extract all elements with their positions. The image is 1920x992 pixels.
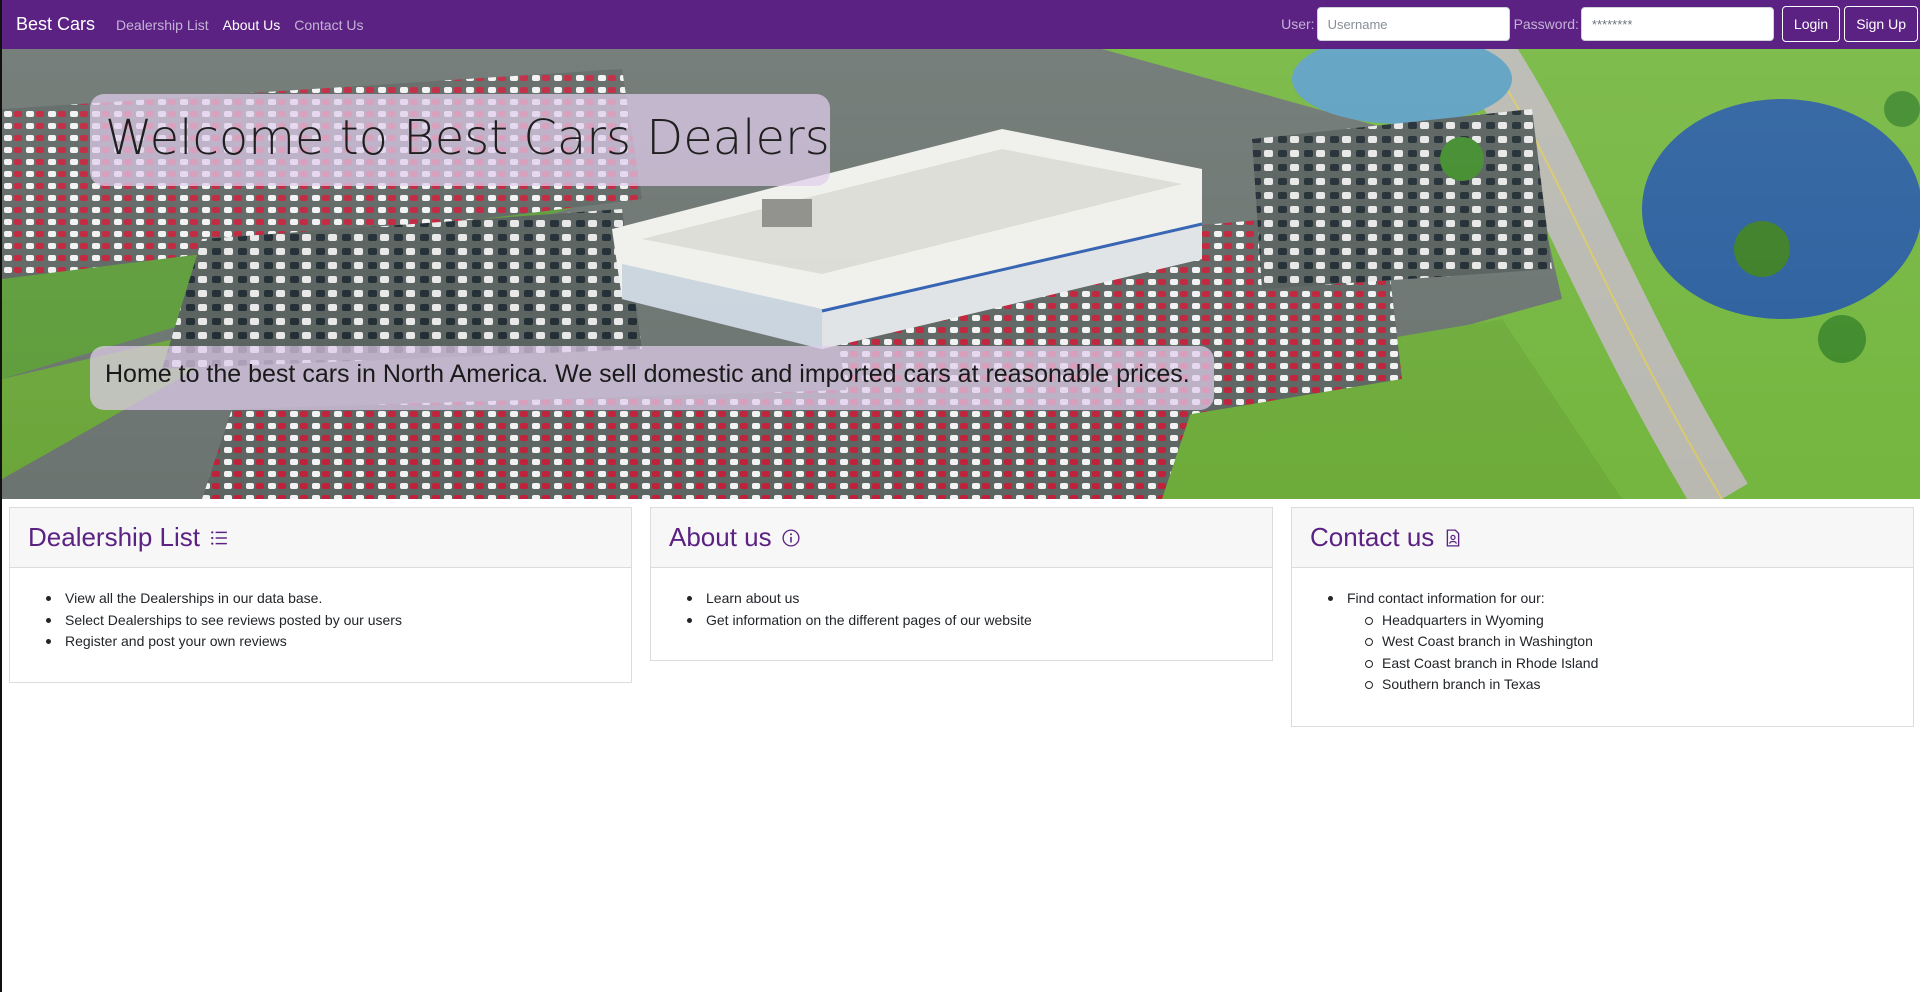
login-form: User: Password: Login Sign Up	[1281, 6, 1918, 42]
hero-title: Welcome to Best Cars Dealership!	[90, 94, 830, 186]
about-us-card: About us Learn about us Get information …	[650, 507, 1273, 661]
login-button[interactable]: Login	[1781, 6, 1841, 42]
branch-item: East Coast branch in Rhode Island	[1346, 653, 1895, 675]
branch-item: Headquarters in Wyoming	[1346, 610, 1895, 632]
brand-link[interactable]: Best Cars	[16, 14, 95, 35]
branch-list: Headquarters in Wyoming West Coast branc…	[1346, 610, 1895, 696]
list-item: Learn about us	[669, 588, 1254, 610]
card-title[interactable]: About us	[669, 522, 772, 553]
branch-item: West Coast branch in Washington	[1346, 631, 1895, 653]
card-header: Contact us	[1292, 508, 1913, 568]
card-body: View all the Dealerships in our data bas…	[10, 568, 631, 682]
card-body: Find contact information for our: Headqu…	[1292, 568, 1913, 726]
signup-button[interactable]: Sign Up	[1844, 6, 1918, 42]
contact-document-icon	[1446, 528, 1460, 547]
list-item: Register and post your own reviews	[28, 631, 613, 653]
contact-list: Find contact information for our: Headqu…	[1310, 588, 1895, 696]
dealership-list-card: Dealership List View all the Dealerships…	[9, 507, 632, 683]
feature-list: Learn about us Get information on the di…	[669, 588, 1254, 631]
list-item: Select Dealerships to see reviews posted…	[28, 610, 613, 632]
list-item-label: Find contact information for our:	[1347, 590, 1545, 606]
password-label: Password:	[1513, 16, 1579, 32]
password-input[interactable]	[1580, 7, 1774, 41]
card-title[interactable]: Contact us	[1310, 522, 1434, 553]
card-header: About us	[651, 508, 1272, 568]
nav-link-contact-us[interactable]: Contact Us	[294, 17, 363, 33]
list-item: Find contact information for our: Headqu…	[1310, 588, 1895, 696]
nav-link-about-us[interactable]: About Us	[223, 17, 281, 33]
info-icon	[782, 528, 800, 547]
list-item: View all the Dealerships in our data bas…	[28, 588, 613, 610]
top-navbar: Best Cars Dealership List About Us Conta…	[2, 0, 1920, 49]
card-header: Dealership List	[10, 508, 631, 568]
contact-us-card: Contact us Find contact information for …	[1291, 507, 1914, 727]
hero-banner: Welcome to Best Cars Dealership! Home to…	[2, 49, 1920, 499]
card-title[interactable]: Dealership List	[28, 522, 200, 553]
list-icon	[211, 530, 227, 545]
card-body: Learn about us Get information on the di…	[651, 568, 1272, 660]
username-input[interactable]	[1316, 7, 1510, 41]
list-item: Get information on the different pages o…	[669, 610, 1254, 632]
hero-subtitle: Home to the best cars in North America. …	[90, 346, 1214, 410]
branch-item: Southern branch in Texas	[1346, 674, 1895, 696]
feature-list: View all the Dealerships in our data bas…	[28, 588, 613, 653]
nav-link-dealership-list[interactable]: Dealership List	[116, 17, 209, 33]
user-label: User:	[1281, 16, 1315, 32]
